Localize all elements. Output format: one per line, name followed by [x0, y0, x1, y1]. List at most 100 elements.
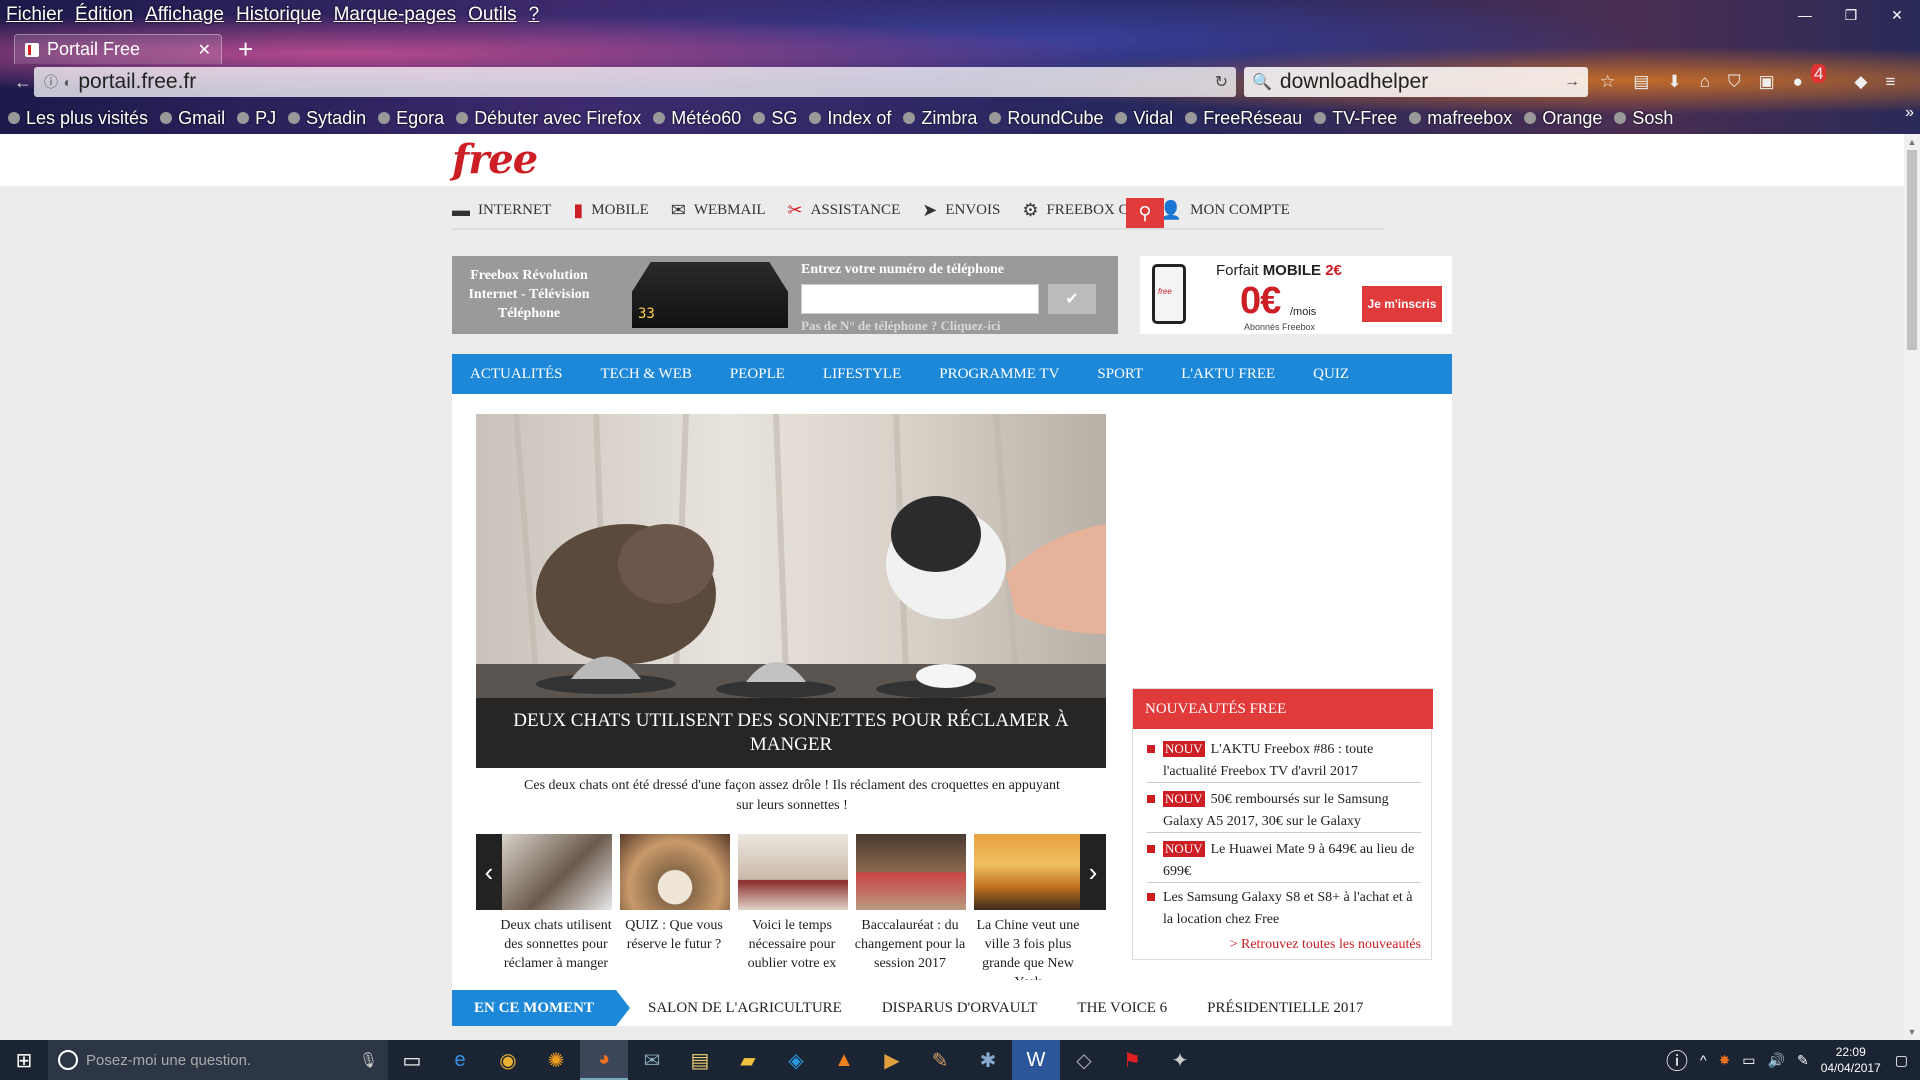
clock[interactable]: 22:09 04/04/2017	[1821, 1044, 1881, 1076]
subscribe-button[interactable]: Je m'inscris	[1362, 286, 1442, 322]
category-link[interactable]: ACTUALITÉS	[470, 366, 563, 383]
category-link[interactable]: L'AKTU FREE	[1181, 366, 1275, 383]
app-bug-icon[interactable]: ✱	[964, 1040, 1012, 1080]
download-icon[interactable]: ⬇	[1667, 72, 1681, 92]
vlc-icon[interactable]: ▲	[820, 1040, 868, 1080]
menu-fichier[interactable]: Fichier	[6, 4, 63, 26]
bookmark-item[interactable]: Gmail	[160, 108, 225, 129]
media-icon[interactable]: ▶	[868, 1040, 916, 1080]
thumb-crystal-ball[interactable]	[620, 834, 730, 910]
bookmarks-overflow-icon[interactable]: »	[1905, 104, 1914, 122]
pocket-icon[interactable]: ⛉	[1728, 72, 1741, 92]
phone-input[interactable]	[801, 284, 1039, 314]
free-logo[interactable]: free	[452, 136, 538, 183]
bookmark-item[interactable]: PJ	[237, 108, 276, 129]
thumb-cats[interactable]	[502, 834, 612, 910]
scroll-down-icon[interactable]: ▼	[1904, 1024, 1920, 1040]
addon-2-icon[interactable]: ◆	[1854, 72, 1867, 92]
hero-article[interactable]: DEUX CHATS UTILISENT DES SONNETTES POUR …	[476, 414, 1106, 768]
acrobat-icon[interactable]: ⚑	[1108, 1040, 1156, 1080]
menu-outils[interactable]: Outils	[468, 4, 517, 26]
bookmark-item[interactable]: Météo60	[653, 108, 741, 129]
page-scrollbar[interactable]: ▲ ▼	[1904, 134, 1920, 1040]
carousel-caption-3[interactable]: Voici le temps nécessaire pour oublier v…	[736, 916, 848, 980]
back-arrow-icon[interactable]: ←	[14, 72, 32, 93]
nav-mon-compte[interactable]: 👤 MON COMPTE	[1160, 200, 1290, 221]
nav-mobile[interactable]: ▮ MOBILE	[573, 200, 648, 221]
bookmark-item[interactable]: FreeRéseau	[1185, 108, 1302, 129]
firefox-icon[interactable]: ◕	[580, 1040, 628, 1080]
hamburger-menu-icon[interactable]: ≡	[1885, 72, 1895, 92]
search-query[interactable]: downloadhelper	[1280, 70, 1428, 94]
tab-portail-free[interactable]: Portail Free ✕	[14, 34, 222, 64]
category-link[interactable]: LIFESTYLE	[823, 366, 901, 383]
search-bar[interactable]: 🔍 downloadhelper →	[1244, 67, 1588, 97]
carousel-caption-4[interactable]: Baccalauréat : du changement pour la ses…	[854, 916, 966, 980]
app-purple-icon[interactable]: ◇	[1060, 1040, 1108, 1080]
bookmark-item[interactable]: Vidal	[1115, 108, 1173, 129]
chrome-icon[interactable]: ◉	[484, 1040, 532, 1080]
site-info-icon[interactable]: ⓘ ◖	[44, 72, 70, 92]
carousel-next-button[interactable]: ›	[1080, 834, 1106, 910]
reading-list-icon[interactable]: ▤	[1633, 72, 1649, 92]
thumb-china-city[interactable]	[974, 834, 1084, 910]
thunderbird-icon[interactable]: ✉	[628, 1040, 676, 1080]
nav-freebox-os[interactable]: ⚙ FREEBOX OS	[1022, 200, 1137, 221]
phone-submit-button[interactable]: ✔	[1048, 284, 1096, 314]
bookmark-item[interactable]: SG	[753, 108, 797, 129]
bookmark-item[interactable]: Orange	[1524, 108, 1602, 129]
hero-caption[interactable]: DEUX CHATS UTILISENT DES SONNETTES POUR …	[476, 698, 1106, 768]
menu-marque-pages[interactable]: Marque-pages	[334, 4, 457, 26]
menu-help[interactable]: ?	[529, 4, 540, 26]
no-phone-link[interactable]: Pas de N° de téléphone ? Cliquez-ici	[801, 318, 1000, 334]
bookmark-item[interactable]: Zimbra	[903, 108, 977, 129]
app-tools-icon[interactable]: ✎	[916, 1040, 964, 1080]
carousel-prev-button[interactable]: ‹	[476, 834, 502, 910]
close-window-button[interactable]: ✕	[1874, 0, 1920, 30]
scroll-thumb[interactable]	[1907, 150, 1917, 350]
url-bar[interactable]: ⓘ ◖ portail.free.fr ↻	[34, 67, 1236, 97]
bookmark-item[interactable]: mafreebox	[1409, 108, 1512, 129]
menu-historique[interactable]: Historique	[236, 4, 322, 26]
url-text[interactable]: portail.free.fr	[78, 70, 196, 94]
nav-envois[interactable]: ➤ ENVOIS	[922, 200, 1000, 221]
bookmark-item[interactable]: Les plus visités	[8, 108, 148, 129]
news-item[interactable]: NOUV L'AKTU Freebox #86 : toute l'actuali…	[1147, 739, 1421, 783]
bookmark-item[interactable]: Index of	[809, 108, 891, 129]
bookmark-star-icon[interactable]: ☆	[1600, 72, 1615, 92]
bookmark-item[interactable]: TV-Free	[1314, 108, 1397, 129]
menu-affichage[interactable]: Affichage	[145, 4, 224, 26]
word-icon[interactable]: W	[1012, 1040, 1060, 1080]
microphone-icon[interactable]: 🎙	[359, 1051, 378, 1069]
news-item[interactable]: NOUV 50€ remboursés sur le Samsung Galaxy…	[1147, 789, 1421, 833]
volume-icon[interactable]: 🔊	[1768, 1052, 1785, 1069]
news-item[interactable]: Les Samsung Galaxy S8 et S8+ à l'achat e…	[1147, 887, 1421, 931]
google-search-button[interactable]: ⚲	[1126, 198, 1164, 228]
home-icon[interactable]: ⌂	[1700, 72, 1710, 92]
bookmark-item[interactable]: Egora	[378, 108, 444, 129]
bookmark-item[interactable]: RoundCube	[989, 108, 1103, 129]
trending-link[interactable]: SALON DE L'AGRICULTURE	[648, 1000, 842, 1017]
addon-icon[interactable]: ▣	[1759, 72, 1775, 92]
tray-expand-icon[interactable]: ^	[1700, 1052, 1707, 1068]
notifications-icon[interactable]: ▢	[1895, 1052, 1908, 1069]
minimize-button[interactable]: —	[1782, 0, 1828, 30]
search-go-icon[interactable]: →	[1564, 73, 1580, 91]
bookmark-item[interactable]: Sytadin	[288, 108, 366, 129]
all-news-link[interactable]: > Retrouvez toutes les nouveautés	[1230, 937, 1421, 953]
new-tab-button[interactable]: +	[238, 34, 253, 65]
category-link[interactable]: PEOPLE	[730, 366, 785, 383]
bookmark-item[interactable]: Sosh	[1614, 108, 1673, 129]
start-button[interactable]: ⊞	[0, 1040, 48, 1080]
app-red-icon[interactable]: ✦	[1156, 1040, 1204, 1080]
network-icon[interactable]: ▭	[1742, 1052, 1755, 1069]
addon-badge-icon[interactable]: ● 4	[1793, 64, 1837, 92]
thumb-exam-room[interactable]	[856, 834, 966, 910]
nav-internet[interactable]: ▬ INTERNET	[452, 200, 551, 221]
category-link[interactable]: QUIZ	[1313, 366, 1349, 383]
nav-assistance[interactable]: ✂ ASSISTANCE	[787, 200, 900, 221]
carousel-caption-1[interactable]: Deux chats utilisent des sonnettes pour …	[500, 916, 612, 980]
pen-icon[interactable]: ✎	[1797, 1052, 1809, 1069]
menu-edition[interactable]: Édition	[75, 4, 133, 26]
maximize-button[interactable]: ❐	[1828, 0, 1874, 30]
